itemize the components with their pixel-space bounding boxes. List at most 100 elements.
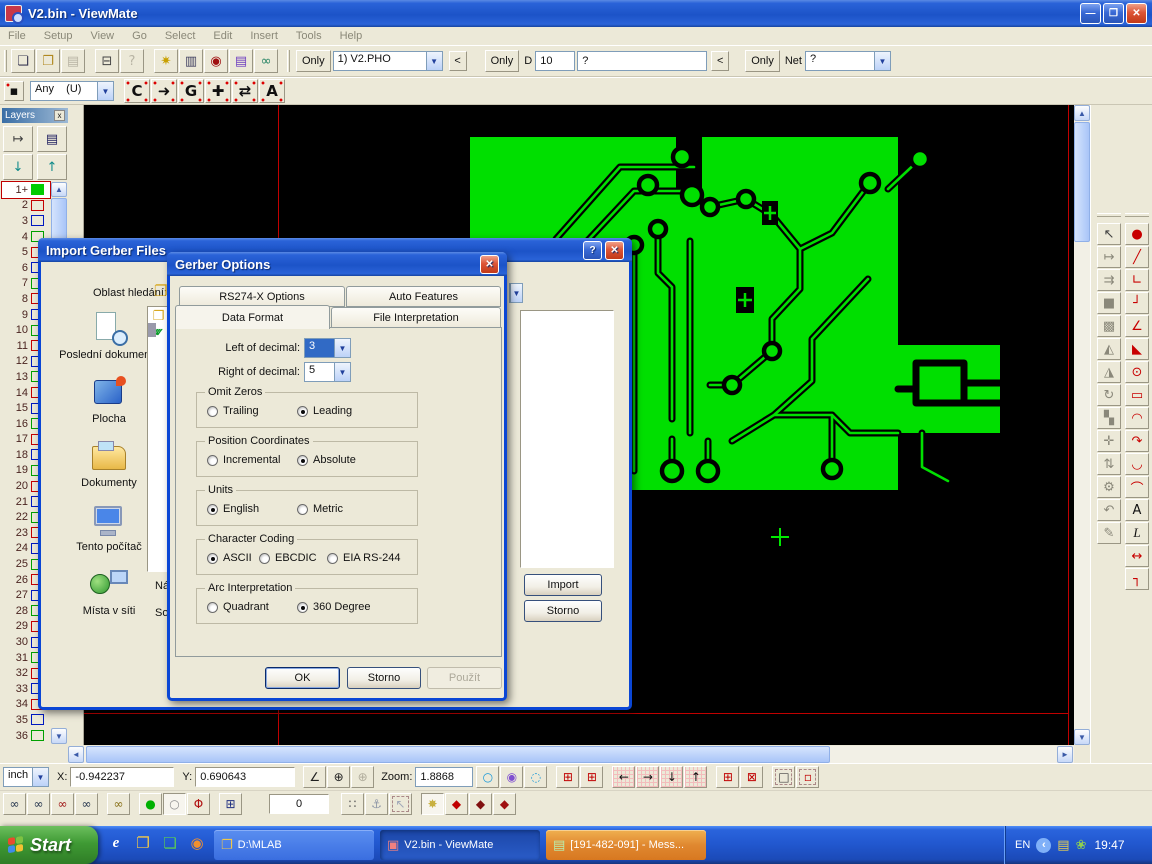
dcode-input[interactable]: 10 xyxy=(535,51,575,71)
menu-setup[interactable]: Setup xyxy=(44,30,73,42)
vector-snap-icon[interactable]: ↖ xyxy=(389,793,412,815)
look-in-combobox-arrow[interactable]: ▼ xyxy=(509,283,523,303)
pan-right-icon[interactable]: → xyxy=(636,766,659,788)
ok-button[interactable]: OK xyxy=(265,667,340,689)
select-trace-tool[interactable]: ⇄ xyxy=(232,79,258,103)
zoom-in-icon[interactable]: ○ xyxy=(476,766,499,788)
layer-color-swatch[interactable] xyxy=(31,714,44,725)
zoom-value-input[interactable]: 1.8868 xyxy=(415,767,473,787)
green-book-icon[interactable]: ❏ xyxy=(160,832,180,854)
cancel-button[interactable]: Storno xyxy=(524,600,602,622)
ie-icon[interactable]: e xyxy=(106,832,126,854)
menu-edit[interactable]: Edit xyxy=(213,30,232,42)
close-icon[interactable]: ✕ xyxy=(605,241,624,260)
draw-pad-s-icon[interactable]: ◆ xyxy=(469,793,492,815)
task-message[interactable]: ▤ [191-482-091] - Mess... xyxy=(546,830,706,860)
scroll-up-icon[interactable]: ▲ xyxy=(51,182,67,197)
rotate-tool[interactable]: ↻ xyxy=(1097,384,1121,406)
highlight-flash-icon[interactable]: ✷ xyxy=(154,49,178,73)
place-network[interactable]: Místa v síti xyxy=(57,568,161,618)
scroll-left-icon[interactable]: ◄ xyxy=(68,746,84,763)
select-arrow-tool[interactable]: ➜ xyxy=(151,79,177,103)
draw-rectangle-tool[interactable]: ▭ xyxy=(1125,384,1149,406)
select-mode-combobox[interactable]: Any (U) ▼ xyxy=(30,81,114,101)
film-tools-icon[interactable]: ▥ xyxy=(179,49,203,73)
dimension-tool[interactable]: ↔ xyxy=(1125,545,1149,567)
view-all-glasses-icon[interactable]: ∞ xyxy=(3,793,26,815)
layer-color-swatch[interactable] xyxy=(31,184,44,195)
board-edit-icon[interactable]: ⊠ xyxy=(740,766,763,788)
grid-origin-icon[interactable]: ⊞ xyxy=(556,766,579,788)
draw-angle-tool[interactable]: ∠ xyxy=(1125,315,1149,337)
tab-rs274x-options[interactable]: RS274-X Options xyxy=(179,286,345,307)
net-combobox[interactable]: ? ▼ xyxy=(805,51,891,71)
layer-color-swatch[interactable] xyxy=(31,200,44,211)
previous-dcode-button[interactable]: < xyxy=(711,51,729,71)
language-indicator[interactable]: EN xyxy=(1015,839,1030,851)
new-file-icon[interactable]: ❏ xyxy=(11,49,35,73)
print-icon[interactable]: ⊟ xyxy=(95,49,119,73)
chevron-down-icon[interactable]: ▼ xyxy=(97,82,113,100)
highlight-on-icon[interactable]: ● xyxy=(139,793,162,815)
layer-up-icon[interactable]: ↑ xyxy=(37,154,67,180)
origin-icon[interactable]: ⊕ xyxy=(327,766,350,788)
only-dcode-toggle[interactable]: Only xyxy=(485,50,520,72)
radio-360-degree[interactable]: 360 Degree xyxy=(297,601,371,613)
minimize-button[interactable]: — xyxy=(1080,3,1101,24)
layer-row[interactable]: 35 xyxy=(2,712,50,728)
radio-trailing[interactable]: Trailing xyxy=(207,405,259,417)
pad-select-icon[interactable]: ▪ xyxy=(4,81,24,101)
right-of-decimal-combobox[interactable]: 5 ▼ xyxy=(304,362,351,382)
dcode-filter-input[interactable]: ? xyxy=(577,51,707,71)
layer-row[interactable]: 1+ xyxy=(2,182,50,198)
palette-grip[interactable] xyxy=(1097,213,1121,217)
relative-origin-icon[interactable]: ⊕ xyxy=(351,766,374,788)
tile-windows-icon[interactable]: ⊞ xyxy=(219,793,242,815)
palette-grip[interactable] xyxy=(1125,213,1149,217)
vertical-scroll-thumb[interactable] xyxy=(1074,122,1090,242)
chevron-down-icon[interactable]: ▼ xyxy=(426,52,442,70)
anchor-icon[interactable]: ⚓ xyxy=(365,793,388,815)
view-layer-glasses-icon[interactable]: ∞ xyxy=(27,793,50,815)
draw-pad-tool[interactable]: ● xyxy=(1125,223,1149,245)
layer-table-icon[interactable]: ▤ xyxy=(37,126,67,152)
radio-incremental[interactable]: Incremental xyxy=(207,454,280,466)
close-button[interactable]: ✕ xyxy=(1126,3,1147,24)
unit-combobox[interactable]: inch ▼ xyxy=(3,767,49,787)
cancel-button[interactable]: Storno xyxy=(347,667,421,689)
menu-go[interactable]: Go xyxy=(132,30,147,42)
select-flash-tool[interactable]: ✚ xyxy=(205,79,231,103)
measure-angle-icon[interactable]: ∠ xyxy=(303,766,326,788)
view-sketch-glasses-icon[interactable]: ∞ xyxy=(75,793,98,815)
firefox-icon[interactable]: ◉ xyxy=(187,832,207,854)
select-area-icon[interactable]: □ xyxy=(772,766,795,788)
layers-panel-titlebar[interactable]: Layers x xyxy=(2,108,68,123)
fill-pattern-tool[interactable]: ▩ xyxy=(1097,315,1121,337)
menu-help[interactable]: Help xyxy=(340,30,363,42)
help-icon[interactable]: ? xyxy=(583,241,602,260)
select-points-icon[interactable]: ▫ xyxy=(796,766,819,788)
vertical-scrollbar[interactable]: ▲ ▼ xyxy=(1074,105,1090,745)
dcode-lookup-icon[interactable]: ◉ xyxy=(204,49,228,73)
gerber-file-icon[interactable] xyxy=(154,323,156,337)
board-outline-icon[interactable]: ⊞ xyxy=(716,766,739,788)
select-cursor-tool[interactable]: ↖ xyxy=(1097,223,1121,245)
place-recent-documents[interactable]: Poslední dokumenty xyxy=(57,312,161,362)
chevron-down-icon[interactable]: ▼ xyxy=(32,768,48,786)
select-text-tool[interactable]: A xyxy=(259,79,285,103)
previous-layer-button[interactable]: < xyxy=(449,51,467,71)
grid-dots-icon[interactable]: ∷ xyxy=(341,793,364,815)
icq-flower-icon[interactable]: ❀ xyxy=(1076,838,1087,853)
layer-down-icon[interactable]: ↓ xyxy=(3,154,33,180)
apply-button[interactable]: Použít xyxy=(427,667,502,689)
close-icon[interactable]: ✕ xyxy=(480,255,499,274)
radio-english[interactable]: English xyxy=(207,503,259,515)
zoom-dynamic-icon[interactable]: ◌ xyxy=(524,766,547,788)
highlight-off-icon[interactable]: ○ xyxy=(163,793,186,815)
layer-color-swatch[interactable] xyxy=(31,730,44,741)
tab-auto-features[interactable]: Auto Features xyxy=(346,286,501,307)
scroll-down-icon[interactable]: ▼ xyxy=(51,728,67,744)
radio-quadrant[interactable]: Quadrant xyxy=(207,601,269,613)
scroll-down-icon[interactable]: ▼ xyxy=(1074,729,1090,745)
scale-tool[interactable]: ▚ xyxy=(1097,407,1121,429)
